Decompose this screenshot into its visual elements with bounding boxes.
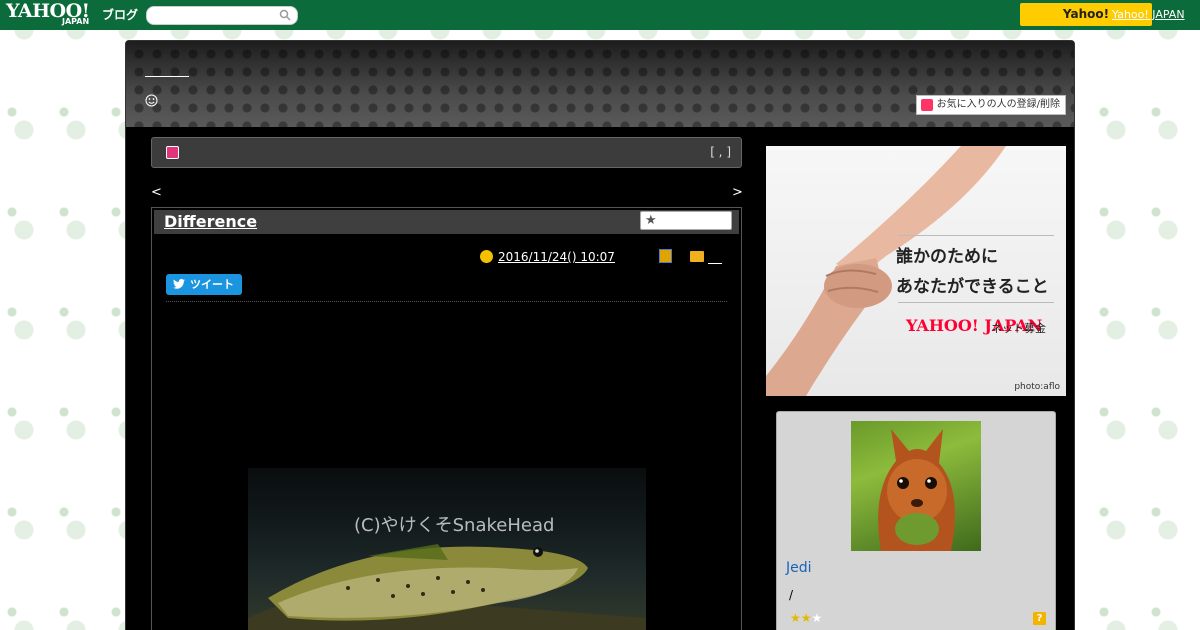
post-date[interactable]: 2016/11/24() 10:07	[498, 250, 615, 264]
ad-rule-bottom	[898, 302, 1054, 303]
ad-rule-top	[898, 235, 1054, 236]
arrow-right-icon[interactable]	[166, 146, 179, 159]
squirrel-avatar-image	[878, 429, 955, 551]
notice-bar: [ , ]	[151, 137, 742, 168]
post-title[interactable]: Difference	[164, 212, 257, 231]
star-button[interactable]: ★	[640, 211, 732, 230]
smiley-icon	[145, 94, 158, 107]
heart-icon	[920, 99, 933, 111]
yahoo-masthead: YAHOO! JAPAN ブログ Yahoo! Yahoo! JAPAN	[0, 0, 1200, 30]
book-icon[interactable]	[659, 249, 672, 263]
help-icon[interactable]: ?	[1033, 612, 1046, 625]
profile-card: Jedi / ★★★ ?	[776, 411, 1056, 630]
rating-stars: ★★★	[790, 612, 822, 624]
star-filled-icon: ★	[800, 611, 812, 625]
blog-header: お気に入りの人の登録/削除	[126, 41, 1074, 127]
post-divider	[166, 301, 727, 302]
star-empty-icon: ★	[811, 611, 823, 625]
clock-icon	[480, 250, 493, 263]
avatar[interactable]	[851, 421, 981, 551]
profile-name[interactable]: Jedi	[786, 560, 812, 576]
search-icon[interactable]	[279, 9, 291, 21]
favorite-register-label: お気に入りの人の登録/削除	[936, 99, 1060, 110]
folder-icon	[690, 251, 704, 262]
handshake-image	[766, 146, 1006, 396]
photo-watermark: (C)やけくそSnakeHead	[354, 515, 555, 536]
yahoo-japan-link[interactable]: Yahoo! JAPAN	[1112, 8, 1185, 21]
ad-banner[interactable]: 誰かのために あなたができること YAHOO! JAPAN ネット募金 phot…	[766, 146, 1066, 396]
category-link[interactable]	[708, 250, 722, 264]
search-input[interactable]	[146, 6, 298, 25]
snakehead-fish-image	[248, 544, 646, 630]
notice-bracket: [ , ]	[710, 145, 731, 159]
star-filled-icon: ★	[790, 611, 801, 625]
ad-photo-credit: photo:aflo	[1014, 382, 1060, 392]
favorite-register-button[interactable]: お気に入りの人の登録/削除	[915, 95, 1066, 115]
yahoo-top-button-label: Yahoo!	[1062, 7, 1110, 21]
ad-headline-2: あなたができること	[896, 277, 1049, 297]
yahoo-logo-sub: JAPAN	[62, 17, 90, 26]
tweet-button-label: ツイート	[190, 278, 234, 291]
ad-headline-1: 誰かのために	[896, 247, 998, 267]
blog-container: お気に入りの人の登録/削除 [ , ] < > Difference ★ 201…	[125, 40, 1075, 630]
post-article: Difference ★ 2016/11/24() 10:07 ツイート (C)…	[151, 207, 742, 630]
post-photo-snakehead[interactable]: (C)やけくそSnakeHead	[248, 468, 646, 630]
blog-service-label[interactable]: ブログ	[102, 6, 138, 23]
profile-status: /	[789, 588, 794, 602]
twitter-bird-icon	[173, 279, 185, 289]
ad-donation-label: ネット募金	[991, 322, 1046, 335]
post-title-bar: Difference ★	[154, 210, 739, 234]
tweet-button[interactable]: ツイート	[166, 274, 242, 295]
prev-post-link[interactable]: <	[151, 185, 162, 200]
star-icon: ★	[645, 213, 657, 228]
next-post-link[interactable]: >	[732, 185, 743, 200]
blog-title[interactable]	[145, 63, 189, 77]
